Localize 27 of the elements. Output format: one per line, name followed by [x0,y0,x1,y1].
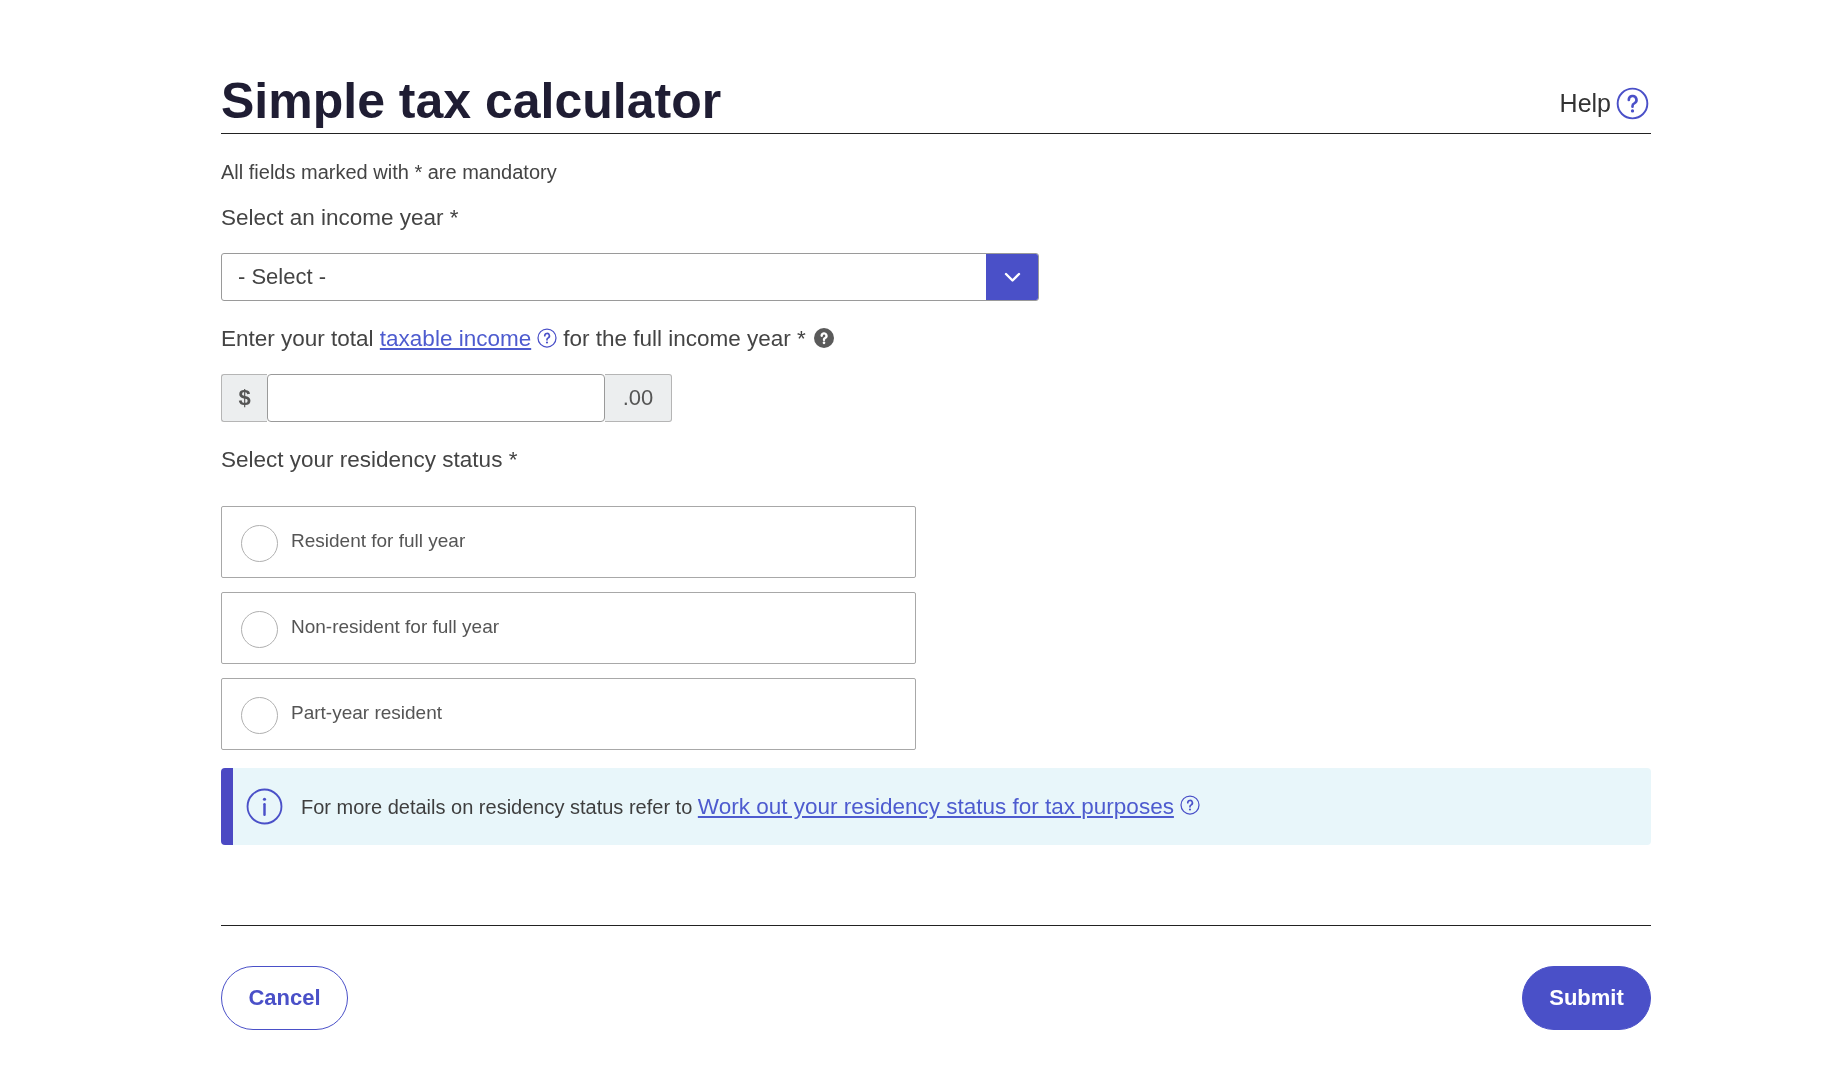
help-icon[interactable] [537,327,558,348]
income-label: Enter your total taxable income for the full income year * [221,324,834,352]
info-icon [246,788,283,825]
page-title: Simple tax calculator [221,76,722,126]
help-icon [1616,87,1649,120]
residency-option[interactable]: Non-resident for full year [221,592,916,664]
radio-button[interactable] [241,610,278,648]
income-input[interactable] [267,374,605,422]
cancel-button[interactable]: Cancel [221,966,348,1030]
residency-option[interactable]: Part-year resident [221,678,916,750]
info-text: For more details on residency status refer to Work out your residency status for tax purposes [301,793,1200,820]
income-year-select[interactable]: - Select - [221,253,1039,301]
residency-status-link[interactable]: Work out your residency status for tax purposes [697,793,1174,819]
help-icon[interactable] [1179,794,1200,815]
radio-button[interactable] [241,524,278,562]
submit-button[interactable]: Submit [1522,966,1651,1030]
income-year-label: Select an income year * [221,203,459,231]
taxable-income-link[interactable]: taxable income [379,325,532,351]
cents-suffix: .00 [605,374,672,422]
chevron-down-icon [986,254,1038,300]
help-link[interactable]: Help [1559,87,1649,120]
help-icon[interactable] [813,327,834,348]
radio-button[interactable] [241,696,278,734]
residency-label: Select your residency status * [221,445,518,473]
currency-prefix: $ [221,374,267,422]
residency-option[interactable]: Resident for full year [221,506,916,578]
mandatory-note: All fields marked with * are mandatory [221,160,557,184]
